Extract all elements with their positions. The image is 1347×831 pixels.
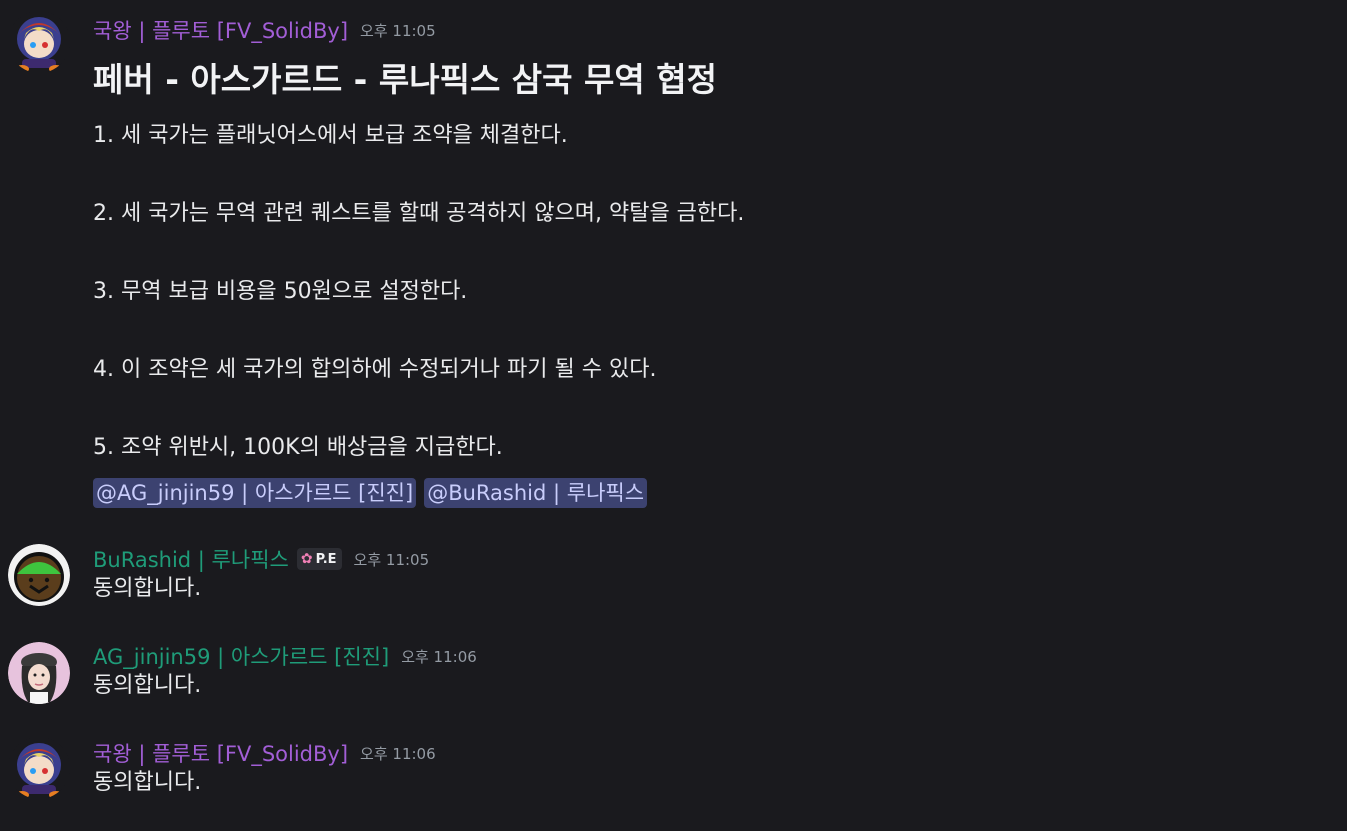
message-timestamp: 오후 11:05 (353, 550, 430, 569)
avatar-pluto[interactable] (8, 11, 70, 73)
mention-burashid[interactable]: @BuRashid | 루나픽스 (424, 478, 648, 508)
message-text: 동의합니다. (93, 770, 202, 795)
mention-ag-jinjin59[interactable]: @AG_jinjin59 | 아스가르드 [진진] (93, 478, 417, 508)
role-badge-label: P.E (315, 551, 337, 567)
treaty-clause-1: 1. 세 국가는 플래닛어스에서 보급 조약을 체결한다. (93, 123, 568, 148)
author-name[interactable]: BuRashid | 루나픽스 (93, 544, 289, 574)
avatar-burashid-image (8, 544, 70, 606)
treaty-clause-4: 4. 이 조약은 세 국가의 합의하에 수정되거나 파기 될 수 있다. (93, 357, 657, 382)
author-name[interactable]: 국왕 | 플루토 [FV_SolidBy] (93, 15, 348, 45)
treaty-clause-5: 5. 조약 위반시, 100K의 배상금을 지급한다. (93, 435, 503, 460)
avatar-pluto-image (8, 737, 70, 799)
treaty-clause-2: 2. 세 국가는 무역 관련 퀘스트를 할때 공격하지 않으며, 약탈을 금한다… (93, 201, 745, 226)
avatar-pluto-image (8, 11, 70, 73)
mention-list: @AG_jinjin59 | 아스가르드 [진진] @BuRashid | 루나… (93, 478, 648, 508)
message-header: 국왕 | 플루토 [FV_SolidBy] 오후 11:06 (93, 738, 436, 768)
message-header: BuRashid | 루나픽스 ✿ P.E 오후 11:05 (93, 544, 429, 574)
avatar-ag-jinjin59-image (8, 642, 70, 704)
chat-log: 국왕 | 플루토 [FV_SolidBy] 오후 11:05 페버 - 아스가르… (0, 0, 1347, 831)
cherry-blossom-icon: ✿ (300, 551, 313, 567)
avatar-ag-jinjin59[interactable] (8, 642, 70, 704)
role-badge[interactable]: ✿ P.E (296, 548, 342, 570)
author-name[interactable]: 국왕 | 플루토 [FV_SolidBy] (93, 738, 348, 768)
message-text: 동의합니다. (93, 576, 202, 601)
message-header: AG_jinjin59 | 아스가르드 [진진] 오후 11:06 (93, 641, 477, 671)
message-heading: 페버 - 아스가르드 - 루나픽스 삼국 무역 협정 (93, 60, 717, 99)
avatar-pluto[interactable] (8, 737, 70, 799)
message-timestamp: 오후 11:06 (360, 744, 436, 763)
avatar-burashid[interactable] (8, 544, 70, 606)
treaty-clause-3: 3. 무역 보급 비용을 50원으로 설정한다. (93, 279, 468, 304)
author-name[interactable]: AG_jinjin59 | 아스가르드 [진진] (93, 641, 389, 671)
message-header: 국왕 | 플루토 [FV_SolidBy] 오후 11:05 (93, 15, 436, 45)
message-timestamp: 오후 11:05 (360, 21, 436, 40)
message-timestamp: 오후 11:06 (401, 647, 477, 666)
message-text: 동의합니다. (93, 673, 202, 698)
